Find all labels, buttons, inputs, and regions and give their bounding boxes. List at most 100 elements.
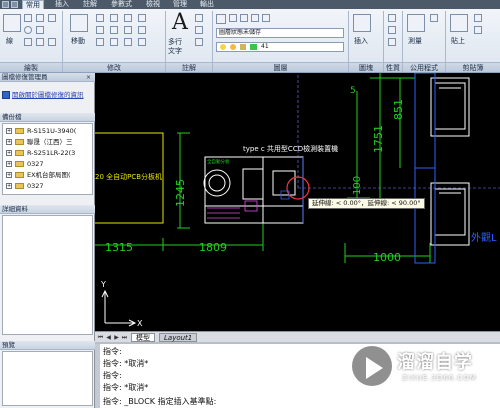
scale-icon[interactable]	[110, 38, 118, 46]
tab-view[interactable]: 檢視	[143, 0, 163, 9]
table-icon[interactable]	[195, 38, 203, 46]
ucs-axis-x: X	[137, 319, 143, 328]
folder-icon	[15, 172, 24, 178]
move-label: 移動	[71, 37, 85, 45]
backup-files-header[interactable]: 備份檔	[0, 113, 95, 122]
layer-properties-icon[interactable]	[216, 14, 226, 24]
layer-freeze-icon[interactable]	[251, 14, 259, 22]
tab-annotate[interactable]: 註解	[80, 0, 100, 9]
details-header[interactable]: 詳細資料	[0, 205, 95, 214]
preview-header[interactable]: 預覽	[0, 341, 95, 350]
insert-block-icon[interactable]	[353, 14, 371, 32]
erase-icon[interactable]	[124, 14, 132, 22]
expand-icon[interactable]: +	[6, 161, 12, 167]
panel-modify-title[interactable]: 修改	[63, 62, 165, 72]
tree-item[interactable]: +0327	[3, 159, 98, 169]
copy-icon[interactable]	[138, 14, 146, 22]
measure-icon[interactable]	[407, 14, 425, 32]
layer-iso-icon[interactable]	[229, 14, 237, 22]
recovery-info-link[interactable]: 開啟關於圖檔修復的資訊	[0, 87, 95, 103]
line-tool-label: 線	[6, 37, 13, 45]
layer-lock-icon[interactable]	[262, 14, 270, 22]
layer-color-swatch	[250, 44, 257, 50]
tab-home[interactable]: 常用	[22, 0, 44, 9]
ellipse-icon[interactable]	[36, 38, 44, 46]
panel-annotation-title[interactable]: 註解	[166, 62, 212, 72]
tab-model[interactable]: 模型	[131, 333, 155, 342]
tab-output[interactable]: 輸出	[197, 0, 217, 9]
circle-icon[interactable]	[24, 26, 32, 34]
linetype-prop-icon[interactable]	[388, 38, 396, 46]
current-layer-select[interactable]: 41	[216, 42, 344, 52]
multiline-text-icon[interactable]: A	[172, 12, 190, 34]
tree-item[interactable]: + R-S151U-3940(	[3, 126, 98, 136]
explode-icon[interactable]	[124, 26, 132, 34]
fillet-icon[interactable]	[110, 26, 118, 34]
dim-5: 5	[350, 86, 356, 96]
hatch-icon[interactable]	[36, 26, 44, 34]
tab-layout1[interactable]: Layout1	[159, 333, 198, 342]
rectangle-icon[interactable]	[36, 14, 44, 22]
cad-drawing[interactable]: 20 全自动PCB分板机 1245 1315 1809 1000 1751 85…	[95, 73, 500, 331]
drawing-recovery-palette: 圖檔修復管理員 × 開啟關於圖檔修復的資訊 備份檔 + R-S151U-3940(…	[0, 73, 95, 408]
command-prompt-line[interactable]: 指令: _BLOCK 指定插入基準點:	[103, 396, 216, 407]
polyline-icon[interactable]	[24, 14, 32, 22]
region-icon[interactable]	[48, 38, 56, 46]
next-tab-icon[interactable]: ▶	[113, 334, 120, 341]
expand-icon[interactable]: +	[6, 128, 12, 134]
tree-item[interactable]: +0327	[3, 181, 98, 191]
tab-parametric[interactable]: 參數式	[108, 0, 135, 9]
prev-tab-icon[interactable]: ◀	[105, 334, 112, 341]
cut-icon[interactable]	[474, 14, 482, 22]
arc-icon[interactable]	[24, 38, 32, 46]
drawing-canvas[interactable]: 20 全自动PCB分板机 1245 1315 1809 1000 1751 85…	[95, 73, 500, 331]
recovery-info-link-text[interactable]: 開啟關於圖檔修復的資訊	[12, 91, 84, 99]
quick-access-icon[interactable]	[11, 1, 18, 8]
gradient-icon[interactable]	[48, 14, 56, 22]
expand-icon[interactable]: +	[6, 183, 12, 189]
layer-state-select[interactable]: 圖層狀態未儲存	[216, 28, 344, 38]
panel-properties-title[interactable]: 性質	[384, 62, 402, 72]
expand-icon[interactable]: +	[6, 139, 12, 145]
left-machine-label: 20 全自动PCB分板机	[95, 172, 162, 181]
stretch-icon[interactable]	[96, 38, 104, 46]
tree-item[interactable]: + 聯晟（江西）三	[3, 137, 98, 147]
tab-insert[interactable]: 插入	[52, 0, 72, 9]
copy-clip-icon[interactable]	[474, 26, 482, 34]
layer-off-icon[interactable]	[240, 14, 248, 22]
chamfer-icon[interactable]	[138, 38, 146, 46]
paste-icon[interactable]	[450, 14, 468, 32]
app-menu-icon[interactable]	[2, 1, 9, 8]
panel-draw-title[interactable]: 繪製	[0, 62, 62, 72]
close-icon[interactable]: ×	[85, 74, 92, 81]
calculator-icon[interactable]	[430, 14, 438, 22]
panel-block-title[interactable]: 圖塊	[349, 62, 383, 72]
first-tab-icon[interactable]: ⏮	[97, 334, 104, 341]
last-tab-icon[interactable]: ⏭	[121, 334, 128, 341]
details-pane	[2, 215, 93, 335]
panel-utilities-title[interactable]: 公用程式	[403, 62, 445, 72]
expand-icon[interactable]: +	[6, 150, 12, 156]
side-label: 外觀L	[471, 232, 497, 244]
tree-item[interactable]: + R-S251LR-22(3	[3, 148, 98, 158]
match-properties-icon[interactable]	[388, 14, 396, 22]
ribbon-tab-bar: 常用 插入 註解 參數式 檢視 管理 輸出	[0, 0, 500, 9]
expand-icon[interactable]: +	[6, 172, 12, 178]
rotate-icon[interactable]	[96, 14, 104, 22]
mirror-icon[interactable]	[96, 26, 104, 34]
line-tool-icon[interactable]	[3, 14, 21, 32]
layer-bulb-icon	[220, 44, 226, 50]
trim-icon[interactable]	[110, 14, 118, 22]
measure-label: 測量	[408, 37, 422, 45]
move-icon[interactable]	[70, 14, 88, 32]
command-window-grip[interactable]	[95, 344, 100, 408]
leader-icon[interactable]	[195, 26, 203, 34]
array-icon[interactable]	[124, 38, 132, 46]
tree-item[interactable]: + EX机台部局图(	[3, 170, 98, 180]
offset-icon[interactable]	[138, 26, 146, 34]
panel-layers-title[interactable]: 圖層	[213, 62, 348, 72]
panel-clipboard-title[interactable]: 剪貼簿	[446, 62, 500, 72]
tab-manage[interactable]: 管理	[170, 0, 190, 9]
color-prop-icon[interactable]	[388, 26, 396, 34]
dimension-icon[interactable]	[195, 14, 203, 22]
